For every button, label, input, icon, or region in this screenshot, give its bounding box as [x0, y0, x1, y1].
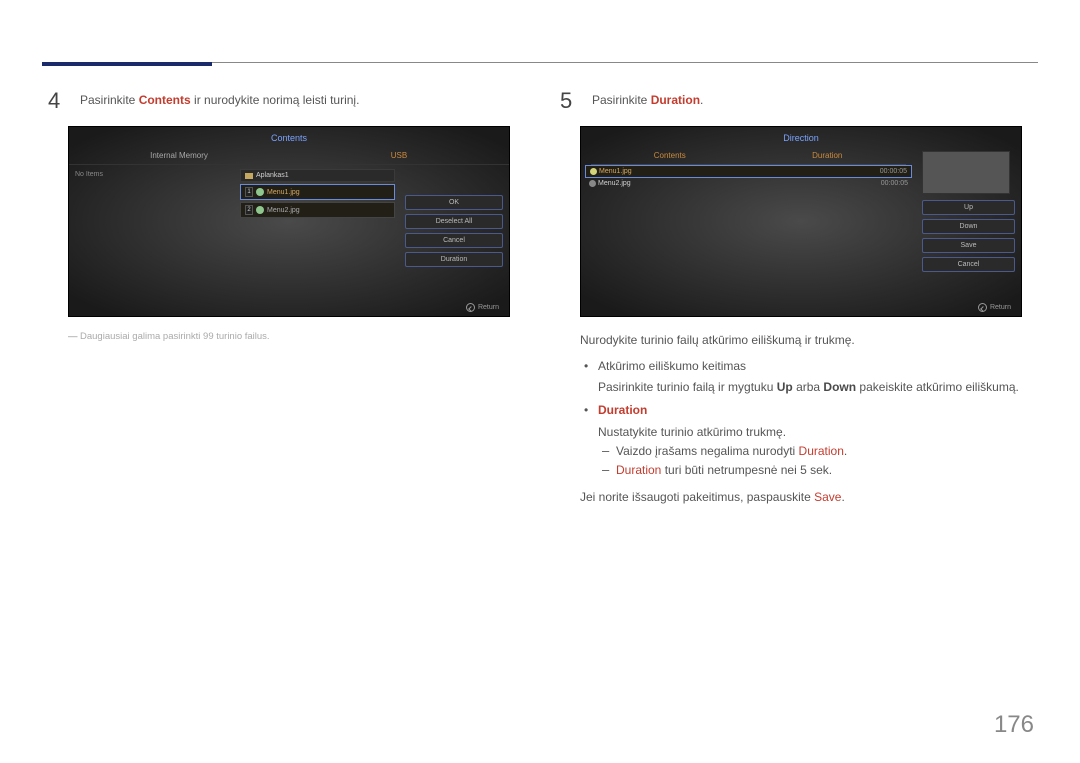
direction-title: Direction [581, 127, 1021, 147]
row-1-filename: Menu1.jpg [599, 168, 878, 175]
step-4-suffix: ir nurodykite norimą leisti turinį. [191, 93, 360, 107]
bullet-duration-title: Duration [598, 403, 647, 417]
internal-memory-panel: No Items [69, 165, 236, 285]
step-4-note-text: Daugiausiai galima pasirinkti 99 turinio… [80, 331, 270, 342]
step-4-column: 4 Pasirinkite Contents ir nurodykite nor… [48, 90, 520, 514]
no-items-label: No Items [75, 171, 103, 178]
tab-usb[interactable]: USB [289, 147, 509, 164]
direction-screenshot: Direction Contents Duration Menu1.jpg 00… [580, 126, 1022, 317]
save-a: Jei norite išsaugoti pakeitimus, paspaus… [580, 490, 814, 504]
down-bold: Down [823, 380, 856, 394]
contents-screenshot: Contents Internal Memory USB No Items Ap… [68, 126, 510, 317]
dash2-b: turi būti netrumpesnė nei 5 sek. [661, 463, 832, 477]
tab-internal-memory[interactable]: Internal Memory [69, 147, 289, 164]
check-icon [256, 206, 264, 214]
bullet-reorder: Atkūrimo eiliškumo keitimas Pasirinkite … [580, 357, 1032, 397]
check-icon [256, 188, 264, 196]
row-2-duration: 00:00:05 [881, 180, 908, 187]
return-label-2: Return [990, 304, 1011, 311]
file-2-index: 2 [245, 205, 253, 215]
direction-button-panel: Up Down Save Cancel [916, 147, 1021, 297]
dash-note-2: Duration turi būti netrumpesnė nei 5 sek… [598, 461, 1032, 480]
bullet-icon [590, 168, 597, 175]
bullet-icon [589, 180, 596, 187]
reorder-mid: arba [793, 380, 824, 394]
up-bold: Up [777, 380, 793, 394]
folder-item[interactable]: Aplankas1 [240, 169, 395, 182]
file-1-label: Menu1.jpg [267, 189, 300, 196]
save-c: . [841, 490, 844, 504]
return-icon [466, 303, 475, 312]
bullet-reorder-title: Atkūrimo eiliškumo keitimas [598, 359, 746, 373]
ok-button[interactable]: OK [405, 195, 503, 210]
duration-button[interactable]: Duration [405, 252, 503, 267]
folder-label: Aplankas1 [256, 172, 289, 179]
down-button[interactable]: Down [922, 219, 1015, 234]
step-4-note: ―Daugiausiai galima pasirinkti 99 turini… [68, 331, 520, 342]
file-item-1[interactable]: 1 Menu1.jpg [240, 184, 395, 200]
save-note: Jei norite išsaugoti pakeitimus, paspaus… [580, 488, 1032, 506]
row-1-duration: 00:00:05 [880, 168, 907, 175]
cancel-button[interactable]: Cancel [405, 233, 503, 248]
dash1-c: . [844, 444, 847, 458]
row-file-1[interactable]: Menu1.jpg 00:00:05 [585, 165, 912, 178]
deselect-all-button[interactable]: Deselect All [405, 214, 503, 229]
step-5-highlight: Duration [651, 93, 700, 107]
dash-note-1: Vaizdo įrašams negalima nurodyti Duratio… [598, 442, 1032, 461]
step-5-intro: Nurodykite turinio failų atkūrimo eilišk… [580, 331, 1032, 349]
file-1-index: 1 [245, 187, 253, 197]
preview-thumbnail [922, 151, 1010, 194]
tab-duration[interactable]: Duration [749, 147, 907, 165]
save-b: Save [814, 490, 841, 504]
step-5-text: Pasirinkite Duration. [592, 90, 703, 107]
return-hint: Return [466, 303, 499, 312]
reorder-b: pakeiskite atkūrimo eiliškumą. [856, 380, 1019, 394]
row-file-2[interactable]: Menu2.jpg 00:00:05 [585, 178, 912, 189]
step-5-number: 5 [560, 90, 580, 112]
return-label: Return [478, 304, 499, 311]
return-hint-2: Return [978, 303, 1011, 312]
folder-icon [245, 173, 253, 179]
file-item-2[interactable]: 2 Menu2.jpg [240, 202, 395, 218]
tab-contents[interactable]: Contents [591, 147, 749, 165]
bullet-duration-desc: Nustatykite turinio atkūrimo trukmę. [598, 423, 1032, 442]
save-button[interactable]: Save [922, 238, 1015, 253]
bullet-duration: Duration Nustatykite turinio atkūrimo tr… [580, 401, 1032, 480]
dash1-b: Duration [799, 444, 844, 458]
bullet-reorder-desc: Pasirinkite turinio failą ir mygtuku Up … [598, 378, 1032, 397]
page-number: 176 [994, 711, 1034, 739]
file-2-label: Menu2.jpg [267, 207, 300, 214]
step-5-prefix: Pasirinkite [592, 93, 651, 107]
row-2-filename: Menu2.jpg [598, 180, 879, 187]
return-icon [978, 303, 987, 312]
up-button[interactable]: Up [922, 200, 1015, 215]
cancel-button-2[interactable]: Cancel [922, 257, 1015, 272]
step-4-highlight: Contents [139, 93, 191, 107]
step-4-text: Pasirinkite Contents ir nurodykite norim… [80, 90, 359, 107]
step-5-column: 5 Pasirinkite Duration. Direction Conten… [560, 90, 1032, 514]
contents-button-panel: OK Deselect All Cancel Duration [399, 165, 509, 285]
dash1-a: Vaizdo įrašams negalima nurodyti [616, 444, 799, 458]
page-top-rule-accent [42, 62, 212, 66]
step-4-number: 4 [48, 90, 68, 112]
contents-title: Contents [69, 127, 509, 147]
reorder-a: Pasirinkite turinio failą ir mygtuku [598, 380, 777, 394]
step-4-prefix: Pasirinkite [80, 93, 139, 107]
dash2-a: Duration [616, 463, 661, 477]
step-5-suffix: . [700, 93, 703, 107]
